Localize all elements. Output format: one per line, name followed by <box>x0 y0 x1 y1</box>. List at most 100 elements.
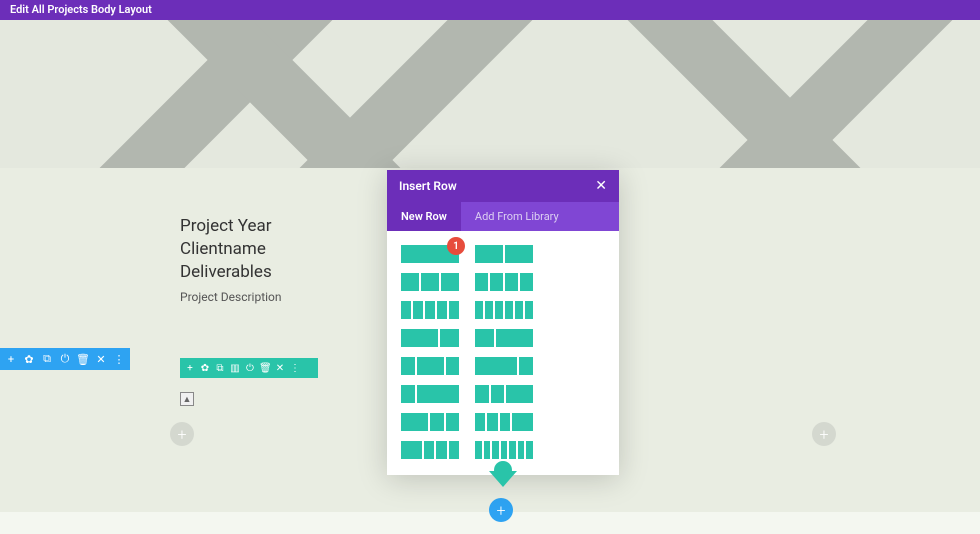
tab-new-row[interactable]: New Row <box>387 202 461 231</box>
layout-column <box>440 329 459 347</box>
layout-column <box>518 441 525 459</box>
plus-icon[interactable]: + <box>4 353 18 366</box>
layout-column <box>475 441 482 459</box>
layout-option[interactable] <box>475 329 533 347</box>
insert-row-modal: Insert Row ✕ New Row Add From Library 1 <box>387 170 619 475</box>
layout-column <box>475 301 483 319</box>
layout-column <box>505 301 513 319</box>
project-year: Project Year <box>180 216 282 236</box>
layout-column <box>401 357 415 375</box>
layout-column <box>413 301 423 319</box>
layout-column <box>520 273 533 291</box>
row-toolbar[interactable]: + ✿ ⧉ ▥ ⏻ 🗑 ✕ ⋮ <box>180 358 318 378</box>
add-section-button[interactable]: + <box>812 422 836 446</box>
add-section-button[interactable]: + <box>489 498 513 522</box>
layout-option[interactable] <box>475 441 533 459</box>
layout-column <box>496 329 533 347</box>
layout-option[interactable] <box>401 385 459 403</box>
layout-column <box>401 301 411 319</box>
layout-column <box>484 441 491 459</box>
layout-column <box>424 441 434 459</box>
layout-column <box>515 301 523 319</box>
layout-column <box>449 441 459 459</box>
layout-column <box>475 273 488 291</box>
tab-add-from-library[interactable]: Add From Library <box>461 202 573 231</box>
layout-column <box>421 273 439 291</box>
layout-column <box>505 245 533 263</box>
trash-icon[interactable]: 🗑 <box>259 363 271 374</box>
modal-title: Insert Row <box>399 179 457 193</box>
duplicate-icon[interactable]: ⧉ <box>40 352 54 366</box>
project-text-block: Project Year Clientname Deliverables Pro… <box>180 216 282 304</box>
layout-option[interactable] <box>401 413 459 431</box>
step-badge: 1 <box>447 237 465 255</box>
layout-column <box>512 413 533 431</box>
close-icon[interactable]: ✕ <box>274 363 286 374</box>
section-toolbar[interactable]: + ✿ ⧉ ⏻ 🗑 ✕ ⋮ <box>0 348 130 370</box>
modal-tabs: New Row Add From Library <box>387 202 619 231</box>
duplicate-icon[interactable]: ⧉ <box>214 363 226 374</box>
layout-column <box>475 357 517 375</box>
trash-icon[interactable]: 🗑 <box>76 353 90 366</box>
layout-column <box>485 301 493 319</box>
layout-column <box>401 441 422 459</box>
layout-column <box>446 413 460 431</box>
layout-column <box>526 441 533 459</box>
layout-column <box>475 245 503 263</box>
layout-column <box>401 385 415 403</box>
layout-option[interactable] <box>475 413 533 431</box>
add-section-button[interactable]: + <box>170 422 194 446</box>
plus-icon[interactable]: + <box>184 363 196 374</box>
layout-option[interactable] <box>475 357 533 375</box>
layout-column <box>430 413 444 431</box>
layout-column <box>491 385 505 403</box>
layout-column <box>490 273 503 291</box>
layout-column <box>401 273 419 291</box>
layout-column <box>475 413 485 431</box>
layout-column <box>446 357 460 375</box>
layout-grid: 1 <box>401 245 605 459</box>
gear-icon[interactable]: ✿ <box>199 363 211 374</box>
layout-option[interactable] <box>401 441 459 459</box>
hero-banner <box>0 20 980 168</box>
layout-option[interactable] <box>401 357 459 375</box>
broken-image-icon: ▲ <box>180 392 194 406</box>
layout-column <box>417 385 459 403</box>
modal-header: Insert Row ✕ <box>387 170 619 202</box>
columns-icon[interactable]: ▥ <box>229 363 241 374</box>
power-icon[interactable]: ⏻ <box>244 363 256 374</box>
layout-column <box>519 357 533 375</box>
layout-column <box>437 301 447 319</box>
layout-column <box>475 329 494 347</box>
layout-column <box>495 301 503 319</box>
layout-column <box>441 273 459 291</box>
layout-column <box>509 441 516 459</box>
layout-column <box>505 273 518 291</box>
top-bar: Edit All Projects Body Layout <box>0 0 980 20</box>
layout-option[interactable] <box>401 273 459 291</box>
modal-body: 1 <box>387 231 619 475</box>
layout-option[interactable]: 1 <box>401 245 459 263</box>
layout-option[interactable] <box>475 273 533 291</box>
top-bar-title: Edit All Projects Body Layout <box>10 3 152 16</box>
close-icon[interactable]: ✕ <box>94 353 108 366</box>
layout-column <box>501 441 508 459</box>
layout-column <box>525 301 533 319</box>
layout-column <box>417 357 444 375</box>
layout-option[interactable] <box>475 301 533 319</box>
layout-column <box>401 329 438 347</box>
gear-icon[interactable]: ✿ <box>22 353 36 366</box>
layout-column <box>449 301 459 319</box>
more-icon[interactable]: ⋮ <box>112 353 126 366</box>
layout-option[interactable] <box>401 301 459 319</box>
power-icon[interactable]: ⏻ <box>58 352 72 366</box>
modal-close-button[interactable]: ✕ <box>595 178 607 194</box>
layout-option[interactable] <box>475 385 533 403</box>
layout-column <box>425 301 435 319</box>
more-icon[interactable]: ⋮ <box>289 363 301 374</box>
modal-arrow <box>489 471 517 487</box>
layout-column <box>492 441 499 459</box>
layout-column <box>506 385 533 403</box>
layout-option[interactable] <box>401 329 459 347</box>
layout-option[interactable] <box>475 245 533 263</box>
